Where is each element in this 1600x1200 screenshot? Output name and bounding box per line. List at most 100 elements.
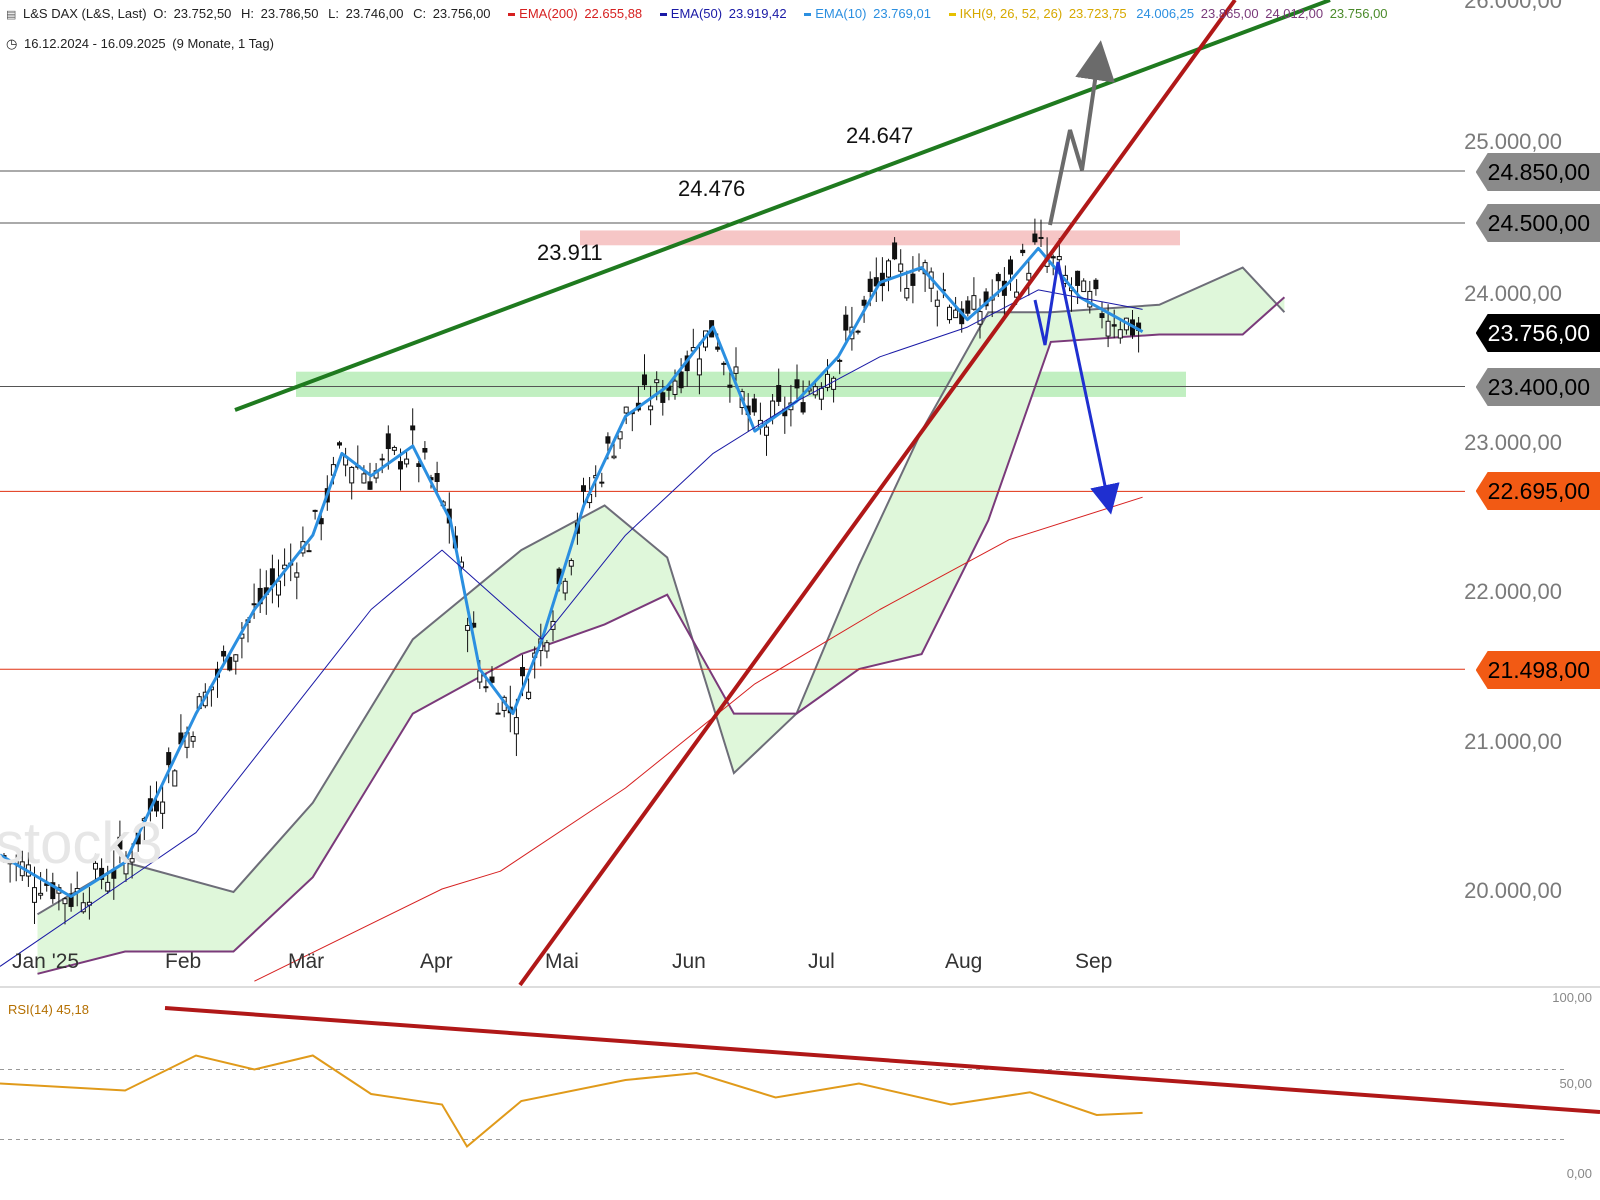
candle-body: [660, 392, 666, 403]
month-label: Jan '25: [12, 950, 80, 973]
legend-ema10[interactable]: EMA(10) 23.769,01: [815, 6, 934, 21]
candle-body: [727, 384, 733, 388]
price-tag-22695: 22.695,00: [1475, 472, 1600, 510]
chart-header-line-1: ▤ L&S DAX (L&S, Last) O: 23.752,50 H: 23…: [6, 6, 1391, 21]
candle-body: [831, 377, 837, 390]
candle-body: [349, 466, 355, 484]
rsi-legend: RSI(14) 45,18: [8, 1002, 89, 1017]
candle-body: [312, 509, 318, 512]
y-axis-label: 22.000,00: [1464, 579, 1562, 604]
candle-body: [391, 446, 397, 451]
price-tag-24500: 24.500,00: [1475, 204, 1600, 242]
candle-body: [276, 580, 281, 596]
ohlc-high: H: 23.786,50: [241, 6, 319, 21]
candle-body: [1111, 324, 1117, 327]
candle-body: [721, 362, 727, 365]
candle-body: [1050, 256, 1056, 259]
candle-body: [422, 448, 428, 453]
candle-body: [105, 881, 111, 892]
candle-body: [410, 425, 416, 431]
watermark: stock3: [0, 811, 163, 876]
candle-body: [1093, 279, 1099, 290]
candle-body: [38, 892, 44, 896]
candle-body: [562, 580, 568, 594]
candle-body: [1056, 256, 1062, 261]
y-axis-label: 23.000,00: [1464, 430, 1562, 455]
candle-body: [861, 299, 867, 306]
candle-body: [166, 752, 172, 766]
candle-body: [764, 426, 769, 436]
annotation-low: 23.911: [537, 240, 603, 265]
candle-body: [227, 656, 233, 671]
candle-body: [879, 272, 885, 287]
candle-body: [361, 473, 367, 484]
month-label: Jul: [808, 950, 835, 973]
candle-body: [648, 405, 654, 411]
legend-ikh[interactable]: IKH(9, 26, 52, 26) 23.723,75: [960, 6, 1130, 21]
candle-body: [855, 330, 861, 333]
candle-body: [599, 481, 605, 484]
candle-body: [898, 263, 904, 272]
candle-body: [526, 691, 532, 699]
ikh-value-3: 24.012,00: [1265, 6, 1324, 21]
legend-ema200[interactable]: EMA(200) 22.655,88: [519, 6, 645, 21]
candle-body: [843, 314, 849, 331]
candle-body: [965, 300, 971, 314]
ohlc-open: O: 23.752,50: [153, 6, 232, 21]
y-axis-label: 21.000,00: [1464, 729, 1562, 754]
candle-body: [800, 402, 806, 413]
candle-body: [947, 306, 952, 321]
candle-body: [953, 309, 959, 319]
candle-body: [1081, 280, 1087, 293]
candle-body: [892, 242, 898, 260]
month-label: Aug: [945, 950, 983, 973]
candle-body: [977, 311, 983, 325]
candle-body: [715, 346, 721, 350]
candle-body: [794, 379, 800, 389]
candle-body: [1105, 320, 1111, 337]
chart-header-line-2: ◷ 16.12.2024 - 16.09.2025 (9 Monate, 1 T…: [6, 36, 277, 52]
candle-body: [294, 572, 300, 578]
candle-body: [733, 366, 739, 374]
candle-body: [867, 278, 873, 292]
candle-body: [483, 686, 489, 689]
candle-body: [233, 654, 239, 662]
legend-ema50[interactable]: EMA(50) 23.919,42: [671, 6, 790, 21]
y-axis-label: 24.000,00: [1464, 281, 1562, 306]
month-label: Sep: [1075, 950, 1113, 973]
candle-body: [611, 455, 617, 459]
candle-body: [1099, 313, 1105, 319]
candle-body: [605, 436, 611, 444]
candle-body: [910, 273, 916, 286]
ohlc-close: C: 23.756,00: [413, 6, 491, 21]
candle-body: [654, 379, 660, 384]
candle-body: [1075, 270, 1081, 286]
candle-body: [1020, 249, 1026, 254]
price-chart[interactable]: [0, 0, 1600, 1200]
y-axis-label: 20.000,00: [1464, 878, 1562, 903]
candle-body: [495, 712, 501, 715]
clock-icon: ◷: [6, 36, 18, 51]
candle-body: [623, 406, 629, 414]
month-label: Apr: [420, 950, 453, 973]
rsi-axis-label: 100,00: [1552, 990, 1592, 1005]
month-label: Feb: [165, 950, 202, 973]
candle-body: [416, 463, 422, 467]
candle-body: [190, 736, 196, 742]
candle-body: [886, 260, 891, 278]
instrument-name: L&S DAX (L&S, Last): [23, 6, 147, 21]
rsi-trendline: [164, 1006, 1600, 1114]
price-tag-24850: 24.850,00: [1475, 153, 1600, 191]
price-tag-23400: 23.400,00: [1475, 368, 1600, 406]
candle-body: [776, 385, 782, 402]
candle-body: [934, 299, 940, 307]
candle-body: [837, 359, 843, 362]
candle-body: [306, 550, 312, 553]
annotation-high: 24.647: [846, 123, 914, 148]
price-tag-last: 23.756,00: [1475, 314, 1600, 352]
candle-body: [995, 273, 1001, 282]
candle-body: [398, 461, 403, 470]
candle-body: [642, 374, 647, 386]
candle-body: [568, 560, 574, 567]
candle-body: [379, 458, 385, 461]
